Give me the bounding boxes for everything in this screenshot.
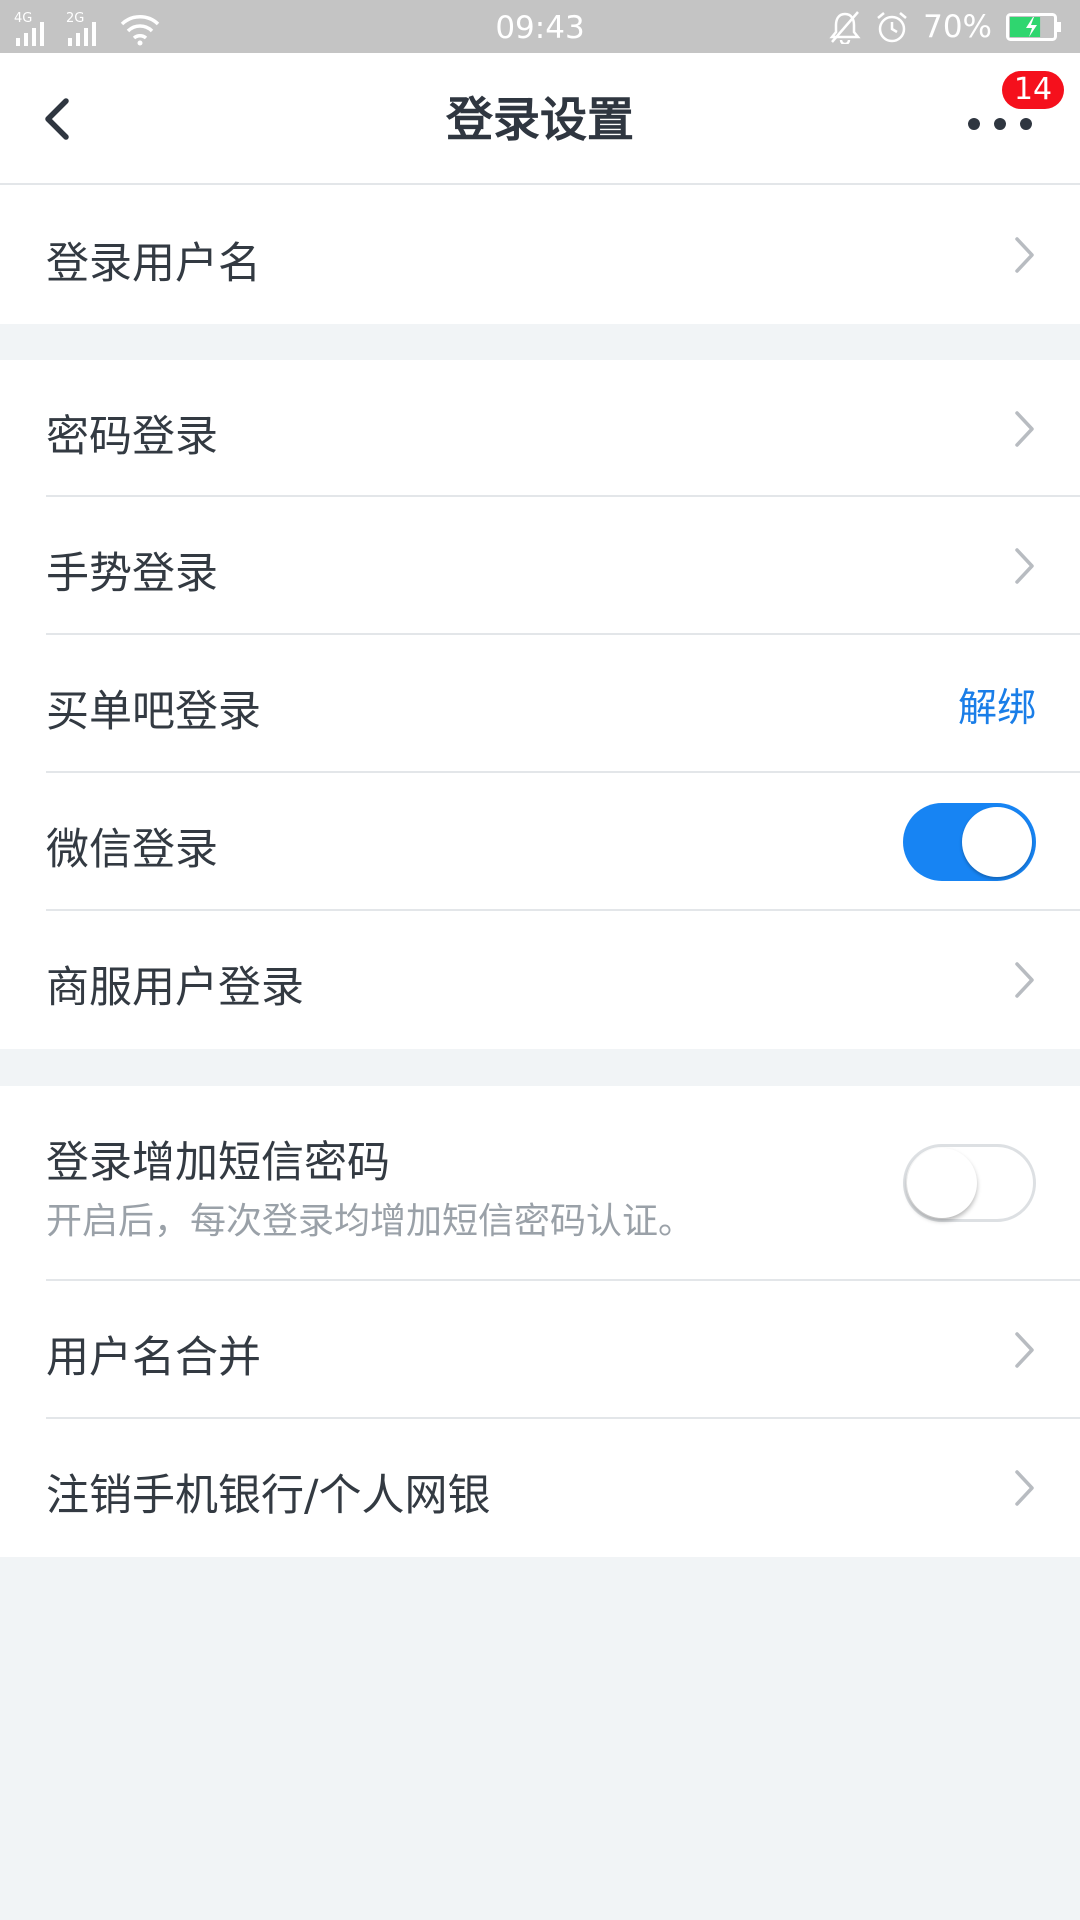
row-merchant-user-login[interactable]: 商服用户登录: [0, 911, 1080, 1049]
settings-group-3: 登录增加短信密码 开启后，每次登录均增加短信密码认证。 用户名合并 注销手机银行…: [0, 1086, 1080, 1557]
row-gesture-login[interactable]: 手势登录: [0, 497, 1080, 635]
chevron-right-icon: [1015, 548, 1034, 584]
unbind-link[interactable]: 解绑: [958, 677, 1036, 733]
system-indicators: 70%: [829, 8, 1062, 46]
chevron-right-icon: [1015, 237, 1034, 273]
toggle-knob: [907, 1148, 977, 1218]
row-label: 买单吧登录: [46, 687, 261, 737]
row-label: 商服用户登录: [46, 963, 304, 1013]
more-dots-icon[interactable]: [964, 109, 1036, 139]
chevron-right-icon: [1015, 962, 1034, 998]
battery-charging-icon: [1006, 13, 1061, 41]
chevron-right-icon: [1015, 411, 1034, 447]
sms-password-toggle[interactable]: [903, 1144, 1036, 1222]
row-cancel-banking[interactable]: 注销手机银行/个人网银: [0, 1419, 1080, 1557]
row-label: 密码登录: [46, 412, 218, 462]
row-maidanba-login: 买单吧登录 解绑: [0, 635, 1080, 773]
row-password-login[interactable]: 密码登录: [0, 360, 1080, 497]
battery-percentage: 70%: [923, 9, 992, 45]
row-label: 手势登录: [46, 549, 218, 599]
chevron-right-icon: [1015, 1470, 1034, 1506]
row-login-username[interactable]: 登录用户名: [0, 185, 1080, 324]
row-label: 注销手机银行/个人网银: [46, 1471, 491, 1521]
notification-badge: 14: [1002, 71, 1064, 109]
toggle-knob: [962, 807, 1032, 877]
row-label: 登录用户名: [46, 239, 261, 289]
page-title: 登录设置: [446, 93, 634, 148]
row-sms-password: 登录增加短信密码 开启后，每次登录均增加短信密码认证。: [0, 1086, 1080, 1281]
settings-group-2: 密码登录 手势登录 买单吧登录 解绑 微信登录 商服用户登录: [0, 360, 1080, 1049]
row-username-merge[interactable]: 用户名合并: [0, 1281, 1080, 1419]
row-label: 微信登录: [46, 825, 218, 875]
row-label: 登录增加短信密码: [46, 1138, 390, 1188]
status-bar: 4G 2G 09:43 70%: [0, 0, 1080, 53]
settings-group-1: 登录用户名: [0, 185, 1080, 324]
row-description: 开启后，每次登录均增加短信密码认证。: [46, 1201, 695, 1242]
navigation-bar: 登录设置 14: [0, 53, 1080, 185]
alarm-icon: [877, 12, 907, 43]
row-wechat-login: 微信登录: [0, 773, 1080, 911]
wechat-login-toggle[interactable]: [903, 803, 1036, 881]
bell-muted-icon: [829, 11, 861, 44]
row-label: 用户名合并: [46, 1333, 261, 1383]
chevron-right-icon: [1015, 1332, 1034, 1368]
